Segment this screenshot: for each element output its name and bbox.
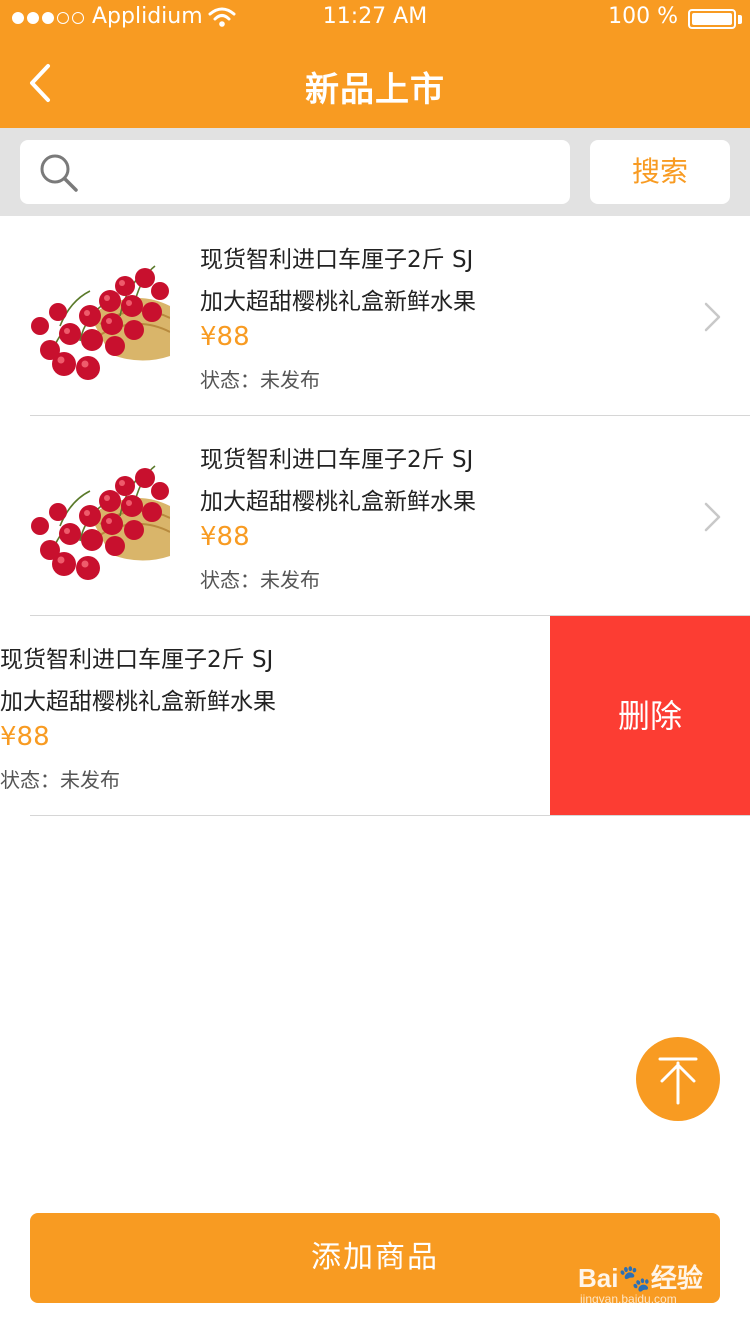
- product-price: ¥88: [200, 322, 250, 352]
- product-row[interactable]: 现货智利进口车厘子2斤 SJ 加大超甜樱桃礼盒新鲜水果 ¥88 状态：未发布: [0, 216, 750, 416]
- baidu-watermark: Bai🐾经验 jingyan.baidu.com: [572, 1252, 742, 1316]
- battery-tip: [738, 15, 742, 24]
- search-icon: [40, 154, 78, 192]
- product-row[interactable]: 现货智利进口车厘子2斤 SJ 加大超甜樱桃礼盒新鲜水果 ¥88 状态：未发布: [0, 616, 550, 816]
- product-status: 状态：未发布: [200, 368, 320, 392]
- product-status: 状态：未发布: [200, 568, 320, 592]
- battery-percent: 100 %: [608, 4, 678, 29]
- product-price: ¥88: [0, 722, 50, 752]
- cherry-thumbnail: [30, 246, 170, 386]
- battery-icon: [688, 9, 736, 29]
- header: Applidium 11:27 AM 100 % 新品上市: [0, 0, 750, 128]
- product-title-line1: 现货智利进口车厘子2斤 SJ: [200, 247, 474, 273]
- product-title-line2: 加大超甜樱桃礼盒新鲜水果: [200, 489, 476, 515]
- product-list: 现货智利进口车厘子2斤 SJ 加大超甜樱桃礼盒新鲜水果 ¥88 状态：未发布 现…: [0, 216, 750, 816]
- product-row[interactable]: 现货智利进口车厘子2斤 SJ 加大超甜樱桃礼盒新鲜水果 ¥88 状态：未发布: [0, 416, 750, 616]
- product-title-line1: 现货智利进口车厘子2斤 SJ: [200, 447, 474, 473]
- arrow-up-to-top-icon: [658, 1057, 698, 1105]
- chevron-right-icon: [704, 502, 721, 532]
- app-screen: Applidium 11:27 AM 100 % 新品上市 搜索 现货智利进口车…: [0, 0, 750, 1334]
- scroll-to-top-button[interactable]: [636, 1037, 720, 1121]
- list-item-swiped: 现货智利进口车厘子2斤 SJ 加大超甜樱桃礼盒新鲜水果 ¥88 状态：未发布 删…: [0, 616, 750, 816]
- list-item: 现货智利进口车厘子2斤 SJ 加大超甜樱桃礼盒新鲜水果 ¥88 状态：未发布: [0, 216, 750, 416]
- product-title-line1: 现货智利进口车厘子2斤 SJ: [0, 647, 274, 673]
- search-input[interactable]: [92, 148, 552, 196]
- status-bar: Applidium 11:27 AM 100 %: [0, 0, 750, 38]
- cherry-thumbnail: [30, 446, 170, 586]
- product-title-line2: 加大超甜樱桃礼盒新鲜水果: [0, 689, 276, 715]
- delete-button[interactable]: 删除: [550, 616, 750, 816]
- search-box[interactable]: [20, 140, 570, 204]
- watermark-text: Bai🐾经验: [578, 1263, 703, 1293]
- product-price: ¥88: [200, 522, 250, 552]
- chevron-right-icon: [704, 302, 721, 332]
- search-button[interactable]: 搜索: [590, 140, 730, 204]
- product-title-line2: 加大超甜樱桃礼盒新鲜水果: [200, 289, 476, 315]
- watermark-url: jingyan.baidu.com: [580, 1292, 677, 1306]
- nav-bar: 新品上市: [0, 38, 750, 128]
- list-item: 现货智利进口车厘子2斤 SJ 加大超甜樱桃礼盒新鲜水果 ¥88 状态：未发布: [0, 416, 750, 616]
- search-bar: 搜索: [0, 128, 750, 216]
- page-title: 新品上市: [305, 70, 445, 110]
- divider: [30, 815, 750, 816]
- product-status: 状态：未发布: [0, 768, 120, 792]
